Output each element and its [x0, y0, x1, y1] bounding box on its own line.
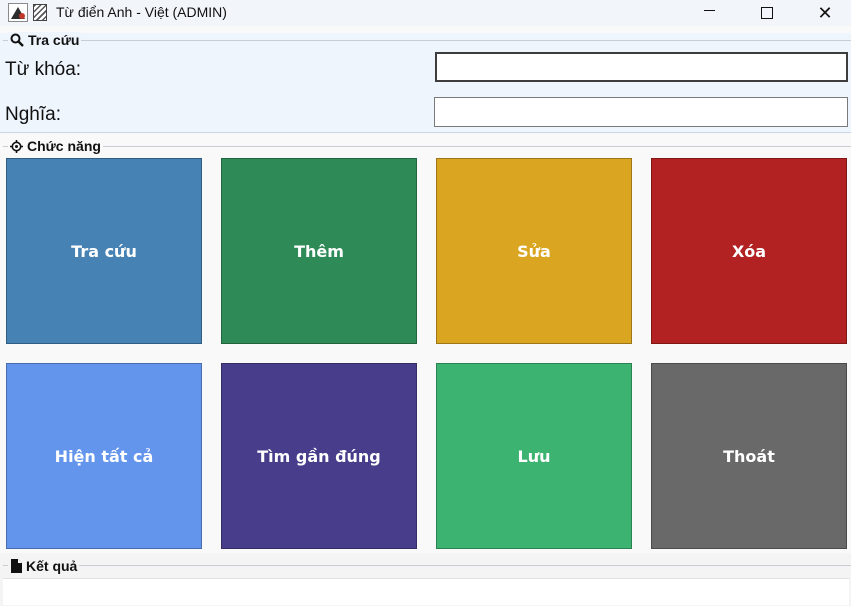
result-panel-border	[3, 565, 851, 566]
functions-panel-border	[3, 146, 851, 147]
functions-section-label: Chức năng	[27, 138, 101, 154]
keyword-label: Từ khóa:	[5, 59, 82, 80]
document-icon	[11, 559, 22, 573]
minimize-icon	[703, 9, 715, 11]
magnifier-icon	[10, 33, 24, 47]
window-title: Từ điển Anh - Việt (ADMIN)	[56, 4, 227, 20]
result-section-title: Kết quả	[8, 558, 80, 574]
title-bar: Từ điển Anh - Việt (ADMIN) ✕	[0, 0, 851, 26]
exit-button[interactable]: Thoát	[651, 363, 847, 549]
meaning-input[interactable]	[434, 97, 848, 127]
search-section-title: Tra cứu	[8, 32, 82, 48]
close-icon: ✕	[817, 2, 833, 24]
delete-button[interactable]: Xóa	[651, 158, 847, 344]
search-section-label: Tra cứu	[28, 32, 80, 48]
app-icon[interactable]	[8, 3, 28, 22]
search-panel-border	[3, 40, 851, 41]
maximize-button[interactable]	[738, 0, 796, 26]
document-icon	[33, 4, 47, 21]
save-button[interactable]: Lưu	[436, 363, 632, 549]
result-section-label: Kết quả	[26, 558, 78, 574]
meaning-label: Nghĩa:	[5, 104, 61, 125]
keyword-input[interactable]	[435, 52, 848, 82]
gear-icon	[10, 139, 23, 153]
edit-button[interactable]: Sửa	[436, 158, 632, 344]
result-area[interactable]	[3, 578, 849, 605]
functions-section-title: Chức năng	[8, 138, 103, 154]
fuzzy-search-button[interactable]: Tìm gần đúng	[221, 363, 417, 549]
show-all-button[interactable]: Hiện tất cả	[6, 363, 202, 549]
add-button[interactable]: Thêm	[221, 158, 417, 344]
close-button[interactable]: ✕	[796, 0, 851, 26]
lookup-button[interactable]: Tra cứu	[6, 158, 202, 344]
maximize-icon	[761, 7, 773, 19]
minimize-button[interactable]	[680, 0, 738, 26]
